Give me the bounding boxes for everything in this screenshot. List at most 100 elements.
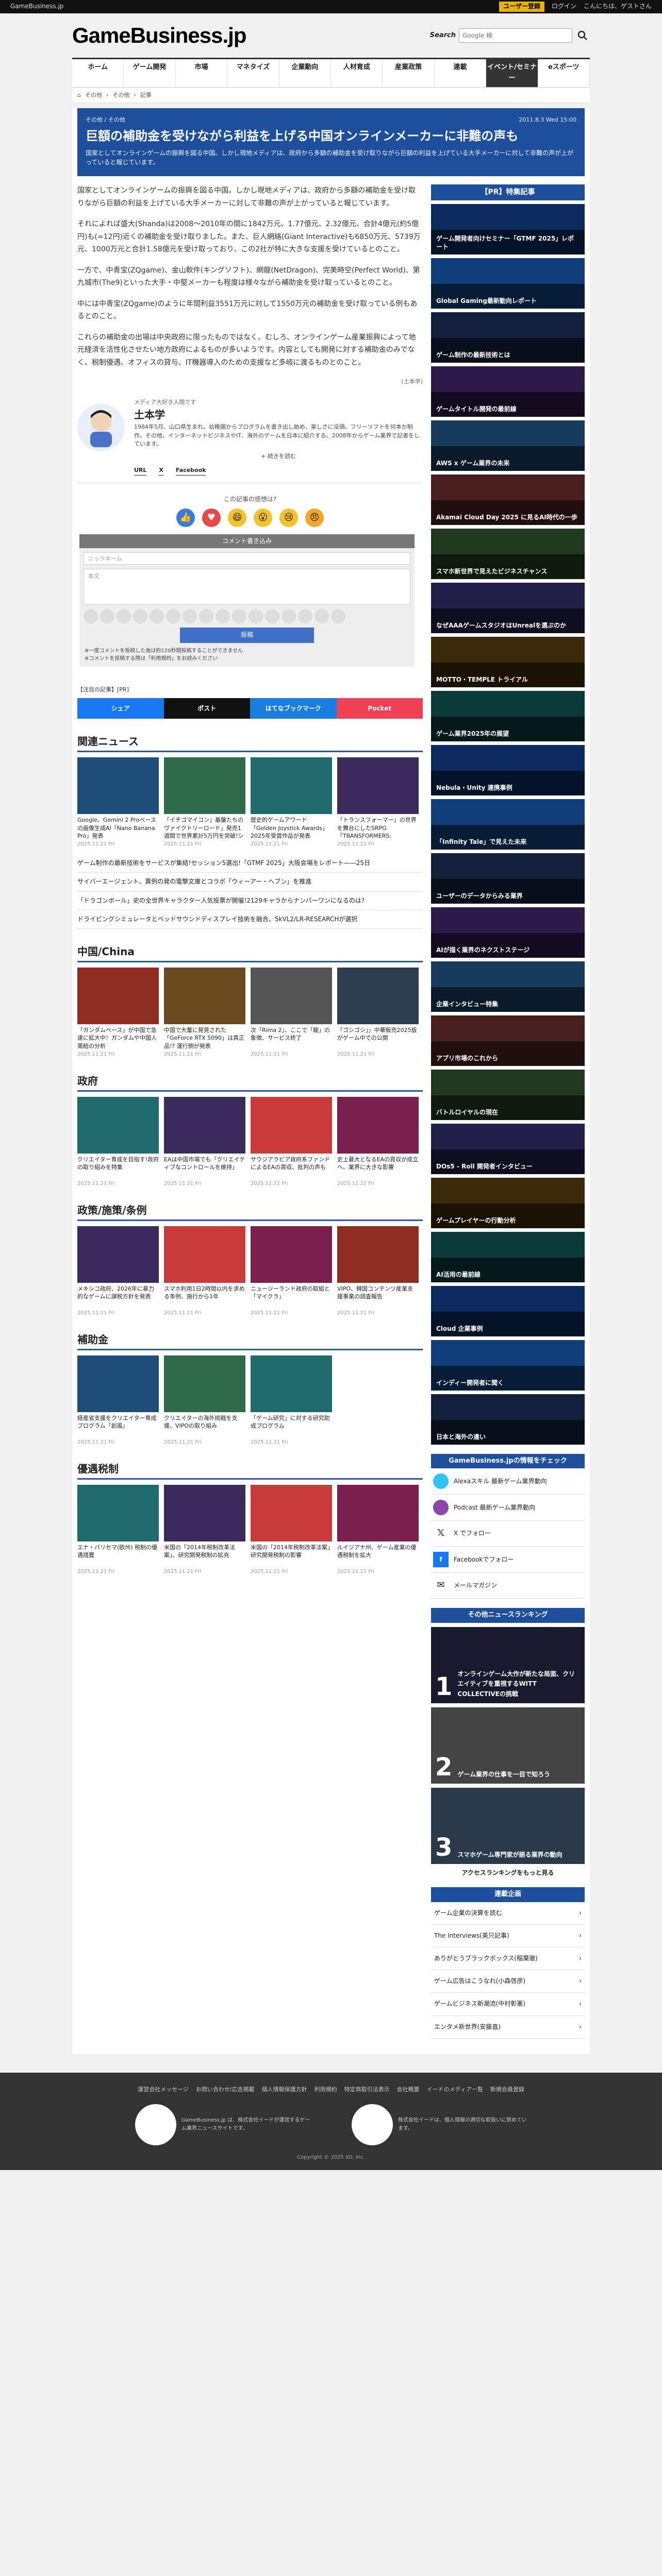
pocket-share-button[interactable]: Pocket bbox=[336, 698, 423, 719]
news-card-title[interactable]: クリエイターの海外挑戦を支援、VIPOの取り組み bbox=[164, 1414, 245, 1439]
pr-feature-card[interactable]: ユーザーのデータからみる業界 bbox=[431, 853, 585, 904]
serial-link[interactable]: ゲーム企業の決算を読む › bbox=[431, 1902, 585, 1925]
nickname-field[interactable]: ニックネーム bbox=[84, 552, 410, 565]
news-card[interactable]: 中国で大量に発見された「GeForce RTX 5090」は真正品!? 運行側が… bbox=[164, 967, 245, 1058]
news-card-title[interactable]: 「ガンダムベース」が中国で急速に拡大中！ガンダムや中国人需給の分析 bbox=[77, 1026, 159, 1051]
nav-item[interactable]: 市場 bbox=[176, 59, 228, 87]
pr-feature-card[interactable]: Cloud 企業事例 bbox=[431, 1285, 585, 1336]
nav-item[interactable]: 産業政策 bbox=[383, 59, 435, 87]
pr-feature-card[interactable]: 日本と海外の違い bbox=[431, 1394, 585, 1445]
author-x-link[interactable]: X bbox=[159, 466, 163, 476]
news-card-title[interactable]: ルイジアナ州、ゲーム産業の優遇税制を拡大 bbox=[337, 1544, 419, 1568]
news-card[interactable]: 歴史的ゲームアワード「Golden Joystick Awards」2025年受… bbox=[251, 757, 332, 848]
breadcrumb-item[interactable]: その他 bbox=[85, 91, 102, 100]
login-link[interactable]: ログイン bbox=[552, 2, 576, 11]
news-card-title[interactable]: 次「Rima 2」、ここで「龍」の象徴、サービス終了 bbox=[251, 1026, 332, 1051]
news-card[interactable]: ニュージーランド政府の取組と「マイクラ」 2025.11.21 Fri bbox=[251, 1226, 332, 1317]
news-card[interactable]: 経産省支援をクリエイター育成プログラム「創風」 2025.11.21 Fri bbox=[77, 1355, 159, 1446]
pr-feature-card[interactable]: Nebula・Unity 連携事例 bbox=[431, 744, 585, 795]
serial-link[interactable]: ゲーム広告はこうなれ(小森啓彦) › bbox=[431, 1970, 585, 1993]
serial-link[interactable]: ゲームビジネス新潮流(中村彰憲) › bbox=[431, 1993, 585, 2016]
pr-feature-card[interactable]: MOTTO・TEMPLE トライアル bbox=[431, 636, 585, 687]
ranking-card[interactable]: 2 ゲーム業界の仕事を一目で知ろう bbox=[431, 1707, 585, 1784]
sad-icon[interactable]: 😢 bbox=[279, 509, 298, 528]
news-card-title[interactable]: クリエイター育成を目指す!政府の取り組みを特集 bbox=[77, 1156, 159, 1180]
pr-feature-card[interactable]: インディー開発者に聞く bbox=[431, 1340, 585, 1391]
footer-link[interactable]: イードのメディア一覧 bbox=[427, 2085, 483, 2094]
pr-feature-card[interactable]: 「Infinity Tale」で見えた未来 bbox=[431, 799, 585, 850]
news-card[interactable]: クリエイターの海外挑戦を支援、VIPOの取り組み 2025.11.21 Fri bbox=[164, 1355, 245, 1446]
news-card-title[interactable]: 歴史的ゲームアワード「Golden Joystick Awards」2025年受… bbox=[251, 816, 332, 841]
news-card[interactable]: 米国の「2014年税制改革法案」研究開発税制の影響 2025.11.21 Fri bbox=[251, 1484, 332, 1575]
serial-link[interactable]: ありがとうブラックボックス(稲葉徹) › bbox=[431, 1947, 585, 1971]
news-card-title[interactable]: 「イチゴマイコン」基盤たちのヴァイクトリーロード」発売1週間で世界累計5万円を突… bbox=[164, 816, 245, 841]
news-card-title[interactable]: 米国の「2014年税制改革法案」、研究開発税制の拡充 bbox=[164, 1544, 245, 1568]
news-card-title[interactable]: 米国の「2014年税制改革法案」研究開発税制の影響 bbox=[251, 1544, 332, 1568]
nav-item[interactable]: ゲーム開発 bbox=[124, 59, 176, 87]
pr-feature-card[interactable]: ゲームタイトル開発の最前線 bbox=[431, 366, 585, 417]
nav-item[interactable]: 連載 bbox=[435, 59, 487, 87]
news-card[interactable]: 次「Rima 2」、ここで「龍」の象徴、サービス終了 2025.11.21 Fri bbox=[251, 967, 332, 1058]
news-card[interactable]: 史上最大となるEAの買収が成立へ、業界に大きな影響 2025.11.21 Fri bbox=[337, 1096, 419, 1188]
surprised-icon[interactable]: 😮 bbox=[254, 509, 272, 528]
pr-feature-card[interactable]: 企業インタビュー特集 bbox=[431, 961, 585, 1012]
news-card[interactable]: 米国の「2014年税制改革法案」、研究開発税制の拡充 2025.11.21 Fri bbox=[164, 1484, 245, 1575]
nav-item[interactable]: eスポーツ bbox=[538, 59, 590, 87]
news-card[interactable]: Google、Gemini 2 Proベースの画像生成AI「Nano Banan… bbox=[77, 757, 159, 848]
footer-link[interactable]: 個人情報保護方針 bbox=[262, 2085, 307, 2094]
news-card[interactable]: エナ・パリセマ(欧州) 税制の優遇措置 2025.11.21 Fri bbox=[77, 1484, 159, 1575]
ranking-card[interactable]: 1 オンラインゲーム大作が新たな局面、クリエイティブを重視するWITT COLLE… bbox=[431, 1626, 585, 1703]
alexa-link[interactable]: Alexaスキル 最新ゲーム業界動向 bbox=[431, 1468, 585, 1495]
post-comment-button[interactable]: 投稿 bbox=[180, 628, 314, 643]
article-category[interactable]: その他 bbox=[86, 116, 103, 123]
pr-feature-card[interactable]: Akamai Cloud Day 2025 に見るAI時代の一歩 bbox=[431, 474, 585, 525]
thumbs-up-icon[interactable]: 👍 bbox=[176, 509, 195, 528]
news-card-title[interactable]: メキシコ政府、2026年に暴力的なゲームに課税方針を発表 bbox=[77, 1285, 159, 1310]
sticker-picker[interactable] bbox=[79, 609, 415, 624]
pr-feature-card[interactable]: ゲームプレイヤーの行動分析 bbox=[431, 1177, 585, 1228]
footer-link[interactable]: 新規会員登録 bbox=[490, 2085, 524, 2094]
news-card-title[interactable]: 「トランスフォーマー」の世界を舞台にしたSRPG「TRANSFORMERS: R… bbox=[337, 816, 419, 841]
news-card[interactable]: 「ゲーム研究」に対する研究助成プログラム 2025.11.21 Fri bbox=[251, 1355, 332, 1446]
x-share-button[interactable]: ポスト bbox=[163, 698, 250, 719]
pr-feature-card[interactable]: バトルロイヤルの現在 bbox=[431, 1069, 585, 1120]
footer-link[interactable]: 特定商取引法表示 bbox=[344, 2085, 390, 2094]
serial-link[interactable]: The Interviews(英只記事) › bbox=[431, 1925, 585, 1948]
register-button[interactable]: ユーザー登録 bbox=[499, 2, 544, 12]
article-subcategory[interactable]: その他 bbox=[108, 116, 125, 123]
news-card-title[interactable]: ニュージーランド政府の取組と「マイクラ」 bbox=[251, 1285, 332, 1310]
news-card-title[interactable]: 経産省支援をクリエイター育成プログラム「創風」 bbox=[77, 1414, 159, 1439]
laugh-icon[interactable]: 😄 bbox=[228, 509, 246, 528]
search-input[interactable] bbox=[459, 28, 572, 43]
topbar-site-name[interactable]: GameBusiness.jp bbox=[10, 2, 63, 11]
pr-feature-card[interactable]: ゲーム開発者向けセミナー「GTMF 2025」レポート bbox=[431, 204, 585, 255]
pr-feature-card[interactable]: アプリ市場のこれから bbox=[431, 1015, 585, 1066]
breadcrumb-item[interactable]: その他 bbox=[112, 91, 129, 100]
news-card-title[interactable]: 中国で大量に発見された「GeForce RTX 5090」は真正品!? 運行側が… bbox=[164, 1026, 245, 1051]
related-text-link[interactable]: 「ドラゴンボール」史の全世界キャラクター人気投票が開催!2129キャラからナンバ… bbox=[77, 892, 423, 910]
facebook-share-button[interactable]: シェア bbox=[77, 698, 164, 719]
news-card-title[interactable]: 「ゴシゴシ」」中華販売2025版がゲーム中での公開 bbox=[337, 1026, 419, 1051]
news-card-title[interactable]: 「ゲーム研究」に対する研究助成プログラム bbox=[251, 1414, 332, 1439]
pr-feature-card[interactable]: AI活用の最前線 bbox=[431, 1231, 585, 1282]
pr-feature-card[interactable]: Global Gaming最新動向レポート bbox=[431, 258, 585, 309]
footer-link[interactable]: 利用規約 bbox=[315, 2085, 337, 2094]
footer-link[interactable]: お問い合わせ/広告掲載 bbox=[196, 2085, 255, 2094]
nav-item[interactable]: マネタイズ bbox=[227, 59, 279, 87]
author-facebook-link[interactable]: Facebook bbox=[175, 466, 206, 476]
news-card[interactable]: EAは中国市場でも「クリエイティブなコントロールを維持」 2025.11.21 F… bbox=[164, 1096, 245, 1188]
ranking-card[interactable]: 3 スマホゲーム専門家が語る業界の動向 bbox=[431, 1787, 585, 1864]
news-card[interactable]: スマホ利用1日2時間以内を求める条例、施行から1年 2025.11.21 Fri bbox=[164, 1226, 245, 1317]
facebook-follow-link[interactable]: f Facebookでフォロー bbox=[431, 1547, 585, 1573]
pr-feature-card[interactable]: AIが描く業界のネクストステージ bbox=[431, 907, 585, 958]
news-card[interactable]: VIPO、韓国コンテンツ産業支援事業の調査報告 2025.11.21 Fri bbox=[337, 1226, 419, 1317]
nav-item[interactable]: ホーム bbox=[72, 59, 124, 87]
news-card[interactable]: クリエイター育成を目指す!政府の取り組みを特集 2025.11.21 Fri bbox=[77, 1096, 159, 1188]
author-url-link[interactable]: URL bbox=[134, 466, 147, 476]
ranking-more-link[interactable]: アクセスランキングをもっと見る bbox=[431, 1868, 585, 1878]
news-card-title[interactable]: スマホ利用1日2時間以内を求める条例、施行から1年 bbox=[164, 1285, 245, 1310]
heart-icon[interactable]: ♥ bbox=[202, 509, 221, 528]
comment-body-field[interactable]: 本文 bbox=[84, 569, 410, 605]
news-card-title[interactable]: VIPO、韓国コンテンツ産業支援事業の調査報告 bbox=[337, 1285, 419, 1310]
news-card-title[interactable]: エナ・パリセマ(欧州) 税制の優遇措置 bbox=[77, 1544, 159, 1568]
